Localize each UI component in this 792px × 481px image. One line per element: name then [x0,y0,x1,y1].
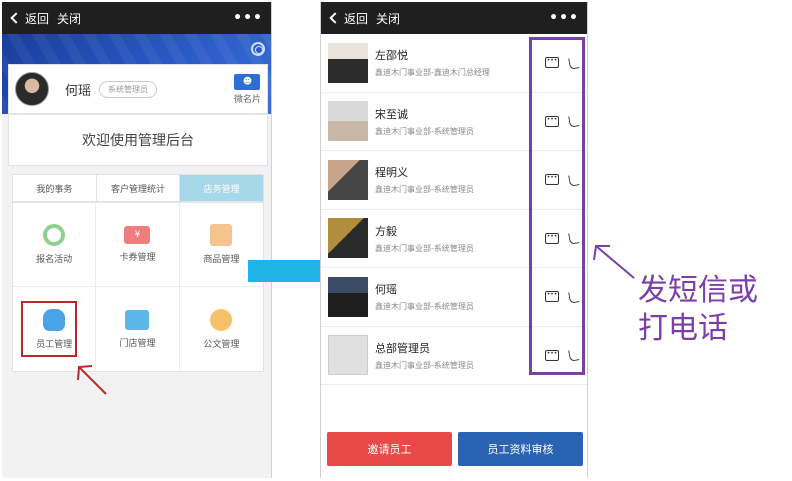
contact-dept: 鑫迪木门事业部-系统管理员 [375,243,474,253]
contact-dept: 鑫迪木门事业部-系统管理员 [375,185,474,195]
profile-name: 何瑶 [65,83,92,99]
category-tabs: 我的事务 客户管理统计 店务管理 [12,174,264,202]
invite-staff-button[interactable]: 邀请员工 [327,432,452,466]
contact-photo [328,101,368,142]
contact-photo [328,218,368,259]
contact-name: 何瑶 [375,283,397,297]
shopping-bag-icon [210,224,233,246]
grid-item-label: 公文管理 [203,339,240,350]
bottom-action-bar: 邀请员工 员工资料审核 [321,432,587,466]
vcard-button[interactable]: ☻ 微名片 [233,73,261,105]
contact-dept: 鑫迪木门事业部-系统管理员 [375,302,474,312]
more-menu-icon[interactable]: ••• [549,10,579,26]
actions-highlight-box [529,37,585,375]
vcard-icon: ☻ [234,73,261,90]
grid-item-coupon[interactable]: ¥ 卡券管理 [96,203,180,287]
contact-photo [328,42,368,83]
top-bar: 返回 关闭 ••• [321,2,587,34]
grid-item-label: 卡券管理 [119,253,156,263]
role-badge: 系统管理员 [99,80,158,98]
contact-name: 方毅 [375,224,397,238]
annotation-line-1: 发短信或 [638,273,758,308]
grid-item-label: 门店管理 [119,338,156,349]
welcome-banner: 欢迎使用管理后台 [8,114,268,166]
grid-item-label: 商品管理 [203,255,240,265]
contact-photo [328,159,368,200]
tab-store-affairs[interactable]: 店务管理 [180,175,264,201]
grid-item-activity[interactable]: 报名活动 [13,203,97,287]
avatar[interactable] [15,72,49,106]
close-button[interactable]: 关闭 [376,10,400,27]
gear-icon[interactable] [251,42,265,56]
tab-my-affairs[interactable]: 我的事务 [13,175,97,201]
tab-customer-stats[interactable]: 客户管理统计 [97,175,181,201]
back-button[interactable]: 返回 [10,10,49,27]
staff-highlight-box [21,301,77,357]
close-button[interactable]: 关闭 [57,10,81,27]
chevron-left-icon [10,12,22,24]
back-label: 返回 [344,11,369,26]
store-icon [125,309,150,330]
profile-card: 何瑶 系统管理员 ☻ 微名片 [8,64,268,114]
contact-dept: 鑫迪木门事业部-系统管理员 [375,360,474,370]
contact-name: 宋至诚 [375,107,408,121]
annotation-line-2: 打电话 [638,311,728,346]
activity-icon [43,224,66,246]
contact-name: 总部管理员 [375,341,430,355]
coupon-icon: ¥ [124,226,151,244]
admin-home-screen: 返回 关闭 ••• 何瑶 系统管理员 ☻ 微名片 欢迎使用管理后台 我的事务 客… [2,2,272,478]
back-button[interactable]: 返回 [329,10,368,27]
contact-name: 左邵悦 [375,49,408,63]
contact-dept: 鑫迪木门事业部-系统管理员 [375,126,474,136]
contact-photo [328,276,368,317]
grid-item-label: 报名活动 [36,255,73,265]
top-bar: 返回 关闭 ••• [2,2,271,34]
grid-item-store[interactable]: 门店管理 [96,287,180,371]
document-icon [210,308,233,331]
staff-review-button[interactable]: 员工资料审核 [458,432,583,466]
vcard-label: 微名片 [233,94,261,105]
back-label: 返回 [25,11,50,26]
contact-name: 程明义 [375,166,408,180]
contact-dept: 鑫迪木门事业部-鑫迪木门总经理 [375,68,490,78]
more-menu-icon[interactable]: ••• [233,10,263,26]
contact-photo-placeholder [328,335,368,376]
annotation-text: 发短信或 打电话 [638,272,788,348]
chevron-left-icon [329,12,341,24]
